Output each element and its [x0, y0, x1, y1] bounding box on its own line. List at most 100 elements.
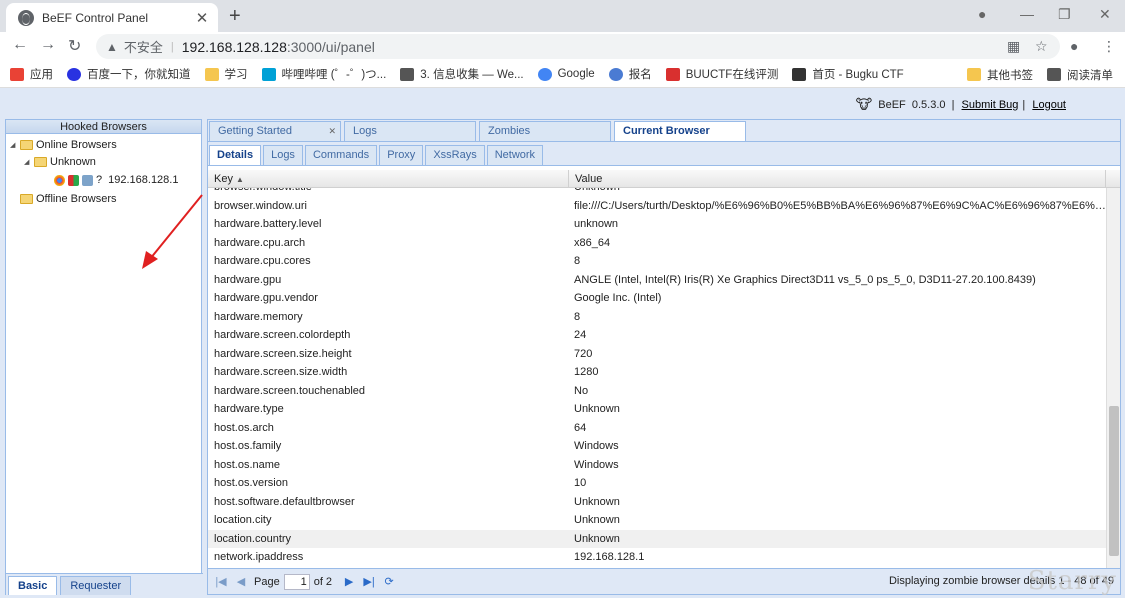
scrollbar-thumb[interactable]: [1109, 406, 1119, 556]
close-tab-icon[interactable]: ✕: [194, 9, 210, 27]
bookmark-bilibili[interactable]: 哔哩哔哩 (゜-゜)つ...: [261, 66, 387, 82]
bookmark-info-gathering[interactable]: 3. 信息收集 — We...: [400, 66, 524, 82]
address-bar[interactable]: ▲ 不安全 | 192.168.128.128:3000/ui/panel: [96, 34, 1060, 59]
bookmark-signup[interactable]: 报名: [608, 66, 652, 82]
table-row[interactable]: hardware.gpu.vendor Google Inc. (Intel): [208, 289, 1106, 308]
separator: |: [170, 40, 174, 53]
table-row[interactable]: hardware.cpu.cores 8: [208, 252, 1106, 271]
close-tab-icon[interactable]: ✕: [328, 122, 336, 141]
vertical-scrollbar[interactable]: [1106, 188, 1120, 568]
table-row[interactable]: host.os.family Windows: [208, 437, 1106, 456]
bookmark-study[interactable]: 学习: [204, 66, 248, 82]
tab-basic[interactable]: Basic: [8, 576, 58, 595]
subtab-logs[interactable]: Logs: [263, 145, 303, 165]
tree-unknown[interactable]: ◢ Unknown: [10, 153, 201, 170]
subtab-commands[interactable]: Commands: [304, 145, 378, 165]
table-row[interactable]: hardware.gpu ANGLE (Intel, Intel(R) Iris(…: [208, 271, 1106, 290]
bookmark-bugku[interactable]: 首页 - Bugku CTF: [792, 66, 904, 82]
table-row[interactable]: host.os.arch 64: [208, 419, 1106, 438]
first-page-icon[interactable]: |◀: [214, 575, 228, 588]
column-value[interactable]: Value: [569, 170, 1106, 187]
qr-code-icon[interactable]: ▦: [1007, 38, 1020, 55]
table-row[interactable]: browser.window.uri file:///C:/Users/turth…: [208, 197, 1106, 216]
table-row[interactable]: hardware.cpu.arch x86_64: [208, 234, 1106, 253]
cell-value: 192.168.128.1: [574, 551, 645, 563]
reload-icon[interactable]: ↻: [68, 36, 81, 56]
offline-browsers-label: Offline Browsers: [36, 192, 117, 205]
table-row[interactable]: host.software.defaultbrowser Unknown: [208, 493, 1106, 512]
bookmark-other[interactable]: 其他书签: [967, 67, 1033, 83]
folder-open-icon: [34, 156, 47, 167]
bookmark-label: 哔哩哔哩 (゜-゜)つ...: [281, 69, 387, 81]
prev-page-icon[interactable]: ◀: [234, 575, 248, 588]
beef-logo-icon: 🐮: [855, 96, 873, 112]
back-icon[interactable]: ←: [12, 36, 28, 54]
tree-hooked-browser[interactable]: ? 192.168.128.1: [10, 170, 201, 190]
bookmark-star-icon[interactable]: ☆: [1035, 38, 1048, 55]
table-row[interactable]: browser.window.titleUnknown: [208, 188, 1106, 197]
table-row[interactable]: network.ipaddress 192.168.128.1: [208, 548, 1106, 567]
table-row[interactable]: hardware.screen.size.width 1280: [208, 363, 1106, 382]
more-menu-icon[interactable]: ⋮: [1102, 38, 1116, 55]
page-number-input[interactable]: 1: [283, 573, 310, 590]
table-row[interactable]: hardware.screen.size.height 720: [208, 345, 1106, 364]
forward-icon[interactable]: →: [40, 36, 56, 54]
cell-key: hardware.gpu.vendor: [214, 292, 318, 304]
table-row[interactable]: hardware.type Unknown: [208, 400, 1106, 419]
tab-getting-started[interactable]: Getting Started ✕: [209, 121, 341, 141]
tab-logs[interactable]: Logs: [344, 121, 476, 141]
table-row[interactable]: host.os.name Windows: [208, 456, 1106, 475]
table-row[interactable]: location.country Unknown: [208, 529, 1106, 548]
tab-requester[interactable]: Requester: [60, 576, 132, 595]
submit-bug-link[interactable]: Submit Bug: [962, 99, 1019, 111]
bookmark-reading-list[interactable]: 阅读清单: [1047, 67, 1113, 83]
sub-tabs: Details Logs Commands Proxy XssRays Netw…: [208, 142, 1120, 166]
page-of-label: of 2: [313, 575, 333, 588]
refresh-icon[interactable]: ⟳: [382, 575, 396, 588]
next-page-icon[interactable]: ▶: [342, 575, 356, 588]
profile-menu-icon[interactable]: ●: [978, 6, 986, 22]
cell-key: hardware.cpu.arch: [214, 236, 306, 249]
bookmark-google[interactable]: Google: [537, 67, 595, 81]
table-row[interactable]: hardware.battery.level unknown: [208, 215, 1106, 234]
logout-link[interactable]: Logout: [1032, 99, 1066, 111]
last-page-icon[interactable]: ▶|: [362, 575, 376, 588]
google-icon: [537, 67, 552, 81]
beef-header: 🐮 BeEF 0.5.3.0 | Submit Bug | Logout: [855, 96, 1066, 112]
folder-icon: [204, 67, 219, 81]
restore-icon[interactable]: ❐: [1058, 6, 1071, 23]
tab-current-browser[interactable]: Current Browser: [614, 121, 746, 141]
subtab-xssrays[interactable]: XssRays: [425, 145, 485, 165]
subtab-network[interactable]: Network: [486, 145, 544, 165]
bookmark-label: 报名: [628, 69, 652, 81]
main-tabs: Getting Started ✕ Logs Zombies Current Br…: [208, 120, 1120, 142]
cell-value: 8: [574, 310, 581, 323]
expand-arrow-icon[interactable]: ◢: [24, 158, 34, 166]
expand-arrow-icon[interactable]: ◢: [10, 141, 20, 149]
bookmark-apps[interactable]: 应用: [10, 66, 53, 82]
unknown-label: Unknown: [50, 155, 96, 168]
reading-list-icon: [1047, 68, 1061, 81]
beef-app: 🐮 BeEF 0.5.3.0 | Submit Bug | Logout Hook…: [0, 88, 1125, 598]
cell-key: hardware.gpu: [214, 273, 282, 286]
cell-value: 720: [574, 347, 593, 360]
avatar-icon[interactable]: ●: [1070, 38, 1078, 54]
bookmark-buuctf[interactable]: BUUCTF在线评测: [665, 66, 778, 82]
subtab-details[interactable]: Details: [209, 145, 262, 165]
cell-key: host.os.family: [214, 440, 282, 452]
table-row[interactable]: location.city Unknown: [208, 511, 1106, 530]
minimize-icon[interactable]: —: [1020, 6, 1034, 22]
subtab-proxy[interactable]: Proxy: [379, 145, 424, 165]
new-tab-icon[interactable]: +: [229, 5, 241, 28]
column-key[interactable]: Key ▲: [208, 170, 569, 187]
table-row[interactable]: host.os.version 10: [208, 474, 1106, 493]
bookmark-baidu[interactable]: 百度一下，你就知道: [67, 66, 191, 82]
browser-icons: ?: [54, 174, 102, 186]
table-row[interactable]: hardware.memory 8: [208, 308, 1106, 327]
browser-tab[interactable]: BeEF Control Panel ✕: [6, 3, 218, 32]
table-row[interactable]: hardware.screen.touchenabled No: [208, 382, 1106, 401]
table-row[interactable]: hardware.screen.colordepth 24: [208, 326, 1106, 345]
close-window-icon[interactable]: ✕: [1099, 6, 1111, 23]
tree-online-browsers[interactable]: ◢ Online Browsers: [10, 136, 201, 153]
tab-zombies[interactable]: Zombies: [479, 121, 611, 141]
